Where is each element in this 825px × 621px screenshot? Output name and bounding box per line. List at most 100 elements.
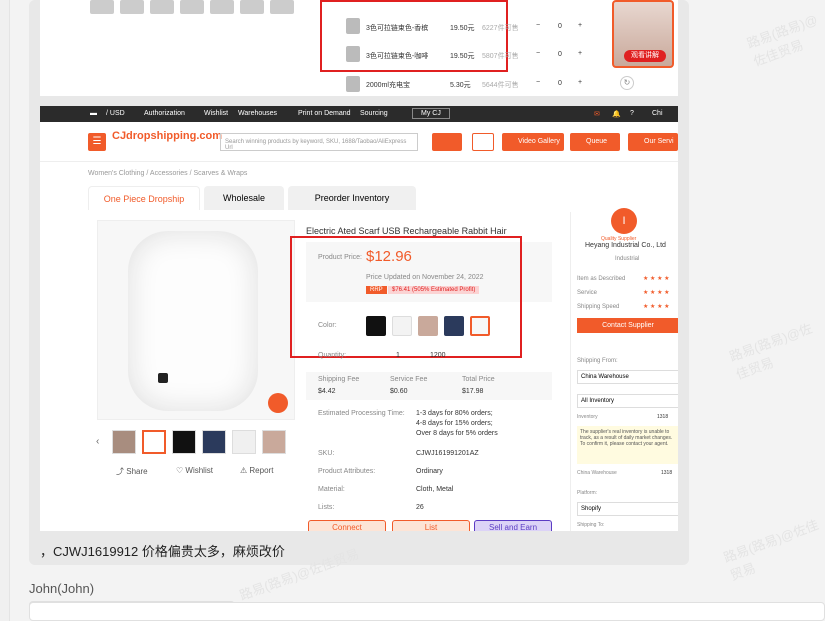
qty-minus[interactable]: − [536, 22, 540, 29]
list-button[interactable]: List [392, 520, 470, 531]
attributes-value: Ordinary [416, 468, 443, 475]
message-icon[interactable]: ✉ [594, 110, 600, 118]
nav-my-cj[interactable]: My CJ [412, 108, 450, 119]
chevron-left-icon[interactable]: ‹ [96, 436, 99, 447]
warehouse-select[interactable]: China Warehouse [577, 370, 678, 384]
quality-badge-icon: I [611, 208, 637, 234]
reply-input[interactable] [29, 602, 825, 621]
tab-wholesale[interactable]: Wholesale [204, 186, 284, 210]
row-qty[interactable]: 0 [558, 80, 562, 87]
search-button[interactable] [432, 133, 462, 151]
chat-menu[interactable]: Chi [652, 110, 663, 117]
sell-and-earn-button[interactable]: Sell and Earn [474, 520, 552, 531]
item-described-label: Item as Described [577, 276, 626, 282]
variant-thumb [270, 0, 294, 14]
sku-value: CJWJ161991201AZ [416, 450, 479, 457]
currency-select[interactable]: / USD [106, 110, 125, 117]
site-logo[interactable]: CJdropshipping.com [112, 130, 222, 142]
gallery-thumb[interactable] [262, 430, 286, 454]
shipping-fee-label: Shipping Fee [318, 376, 360, 383]
sku-label: SKU: [318, 450, 335, 457]
row-price: 5.30元 [450, 82, 471, 89]
message-text: ，CJWJ1619912 价格偏贵太多，麻烦改价 [40, 544, 285, 559]
product-main-image[interactable] [97, 220, 295, 420]
help-icon[interactable]: ? [630, 110, 634, 117]
watermark: 路易(路易)@佐佳贸易 [727, 320, 815, 383]
fee-box: Shipping Fee $4.42 Service Fee $0.60 Tot… [306, 372, 552, 400]
nav-authorization[interactable]: Authorization [144, 110, 185, 117]
gallery-thumb[interactable] [202, 430, 226, 454]
qty-minus[interactable]: − [536, 79, 540, 86]
platform-label: Platform: [577, 490, 598, 496]
qty-after: 1200 [430, 352, 446, 359]
tab-bar: One Piece Dropship Wholesale Preorder In… [88, 186, 508, 210]
inventory-label: Inventory [577, 414, 598, 420]
processing-line: Over 8 days for 5% orders [416, 430, 498, 437]
heart-icon: ♡ [176, 466, 186, 475]
qty-value[interactable]: 1 [396, 352, 400, 359]
share-link[interactable]: ⤴ Share [116, 466, 148, 477]
shipping-speed-label: Shipping Speed [577, 304, 620, 310]
qty-minus[interactable]: − [536, 50, 540, 57]
top-bar: ▬ / USD Authorization Wishlist Warehouse… [40, 106, 678, 122]
screenshot-cj-product[interactable]: ▬ / USD Authorization Wishlist Warehouse… [40, 106, 678, 531]
material-label: Material: [318, 486, 345, 493]
button-icon [158, 373, 168, 383]
share-label: Share [126, 467, 148, 476]
shipping-from-label: Shipping From: [577, 358, 618, 364]
menu-icon[interactable]: ☰ [88, 133, 106, 151]
china-warehouse-label: China Warehouse [577, 470, 617, 476]
nav-print-on-demand[interactable]: Print on Demand [298, 110, 351, 117]
gallery-thumb[interactable] [112, 430, 136, 454]
variant-thumb [210, 0, 234, 14]
report-link[interactable]: ⚠ Report [240, 466, 273, 475]
variant-thumb [120, 0, 144, 14]
gallery-thumb[interactable] [172, 430, 196, 454]
gallery-thumb[interactable] [232, 430, 256, 454]
tab-preorder-inventory[interactable]: Preorder Inventory [288, 186, 416, 210]
watermark: 路易(路易)@佐佳贸易 [721, 517, 821, 584]
refresh-icon[interactable]: ↻ [620, 76, 634, 90]
inventory-select[interactable]: All Inventory [577, 394, 678, 408]
bell-icon[interactable]: 🔔 [612, 110, 621, 118]
search-input[interactable]: Search winning products by keyword, SKU,… [220, 133, 418, 151]
scarf-image [128, 231, 258, 411]
live-stream-card[interactable]: 观看讲解 [612, 0, 674, 68]
watermark: 路易(路易)@佐佳贸易 [744, 11, 820, 70]
breadcrumb[interactable]: Women's Clothing / Accessories / Scarves… [88, 170, 247, 177]
wishlist-link[interactable]: ♡ Wishlist [176, 466, 213, 475]
product-title: Electric Ated Scarf USB Rechargeable Rab… [306, 226, 507, 236]
queue-button[interactable]: Queue [570, 133, 620, 151]
contact-supplier-button[interactable]: Contact Supplier [577, 318, 678, 333]
row-stock: 6227件可售 [482, 25, 519, 32]
qty-plus[interactable]: + [578, 50, 582, 57]
row-image [346, 46, 360, 62]
row-qty[interactable]: 0 [558, 51, 562, 58]
left-edge-panel [0, 0, 10, 621]
nav-sourcing[interactable]: Sourcing [360, 110, 388, 117]
qty-plus[interactable]: + [578, 79, 582, 86]
lists-value: 26 [416, 504, 424, 511]
flag-icon: ▬ [90, 110, 97, 117]
highlight-box [290, 236, 522, 358]
tab-one-piece-dropship[interactable]: One Piece Dropship [88, 186, 200, 210]
video-gallery-button[interactable]: Video Gallery [502, 133, 564, 151]
our-service-button[interactable]: Our Servi [628, 133, 678, 151]
variant-thumb [90, 0, 114, 14]
gallery-thumb[interactable] [142, 430, 166, 454]
live-badge[interactable]: 观看讲解 [624, 50, 666, 62]
row-qty[interactable]: 0 [558, 23, 562, 30]
supplier-type: Industrial [615, 256, 640, 262]
platform-select[interactable]: Shopify [577, 502, 678, 516]
image-search-icon[interactable] [268, 393, 288, 413]
service-fee-label: Service Fee [390, 376, 428, 383]
nav-warehouses[interactable]: Warehouses [238, 110, 277, 117]
screenshot-1688-product[interactable]: 3色可拉链束色-香槟 19.50元 6227件可售 − 0 + 3色可拉链束色-… [40, 0, 678, 96]
nav-wishlist[interactable]: Wishlist [204, 110, 228, 117]
cart-icon[interactable] [472, 133, 494, 151]
qty-plus[interactable]: + [578, 22, 582, 29]
supplier-name[interactable]: Heyang Industrial Co., Ltd [585, 242, 666, 249]
connect-button[interactable]: Connect [308, 520, 386, 531]
variant-thumb [150, 0, 174, 14]
total-price: $17.98 [462, 388, 484, 395]
